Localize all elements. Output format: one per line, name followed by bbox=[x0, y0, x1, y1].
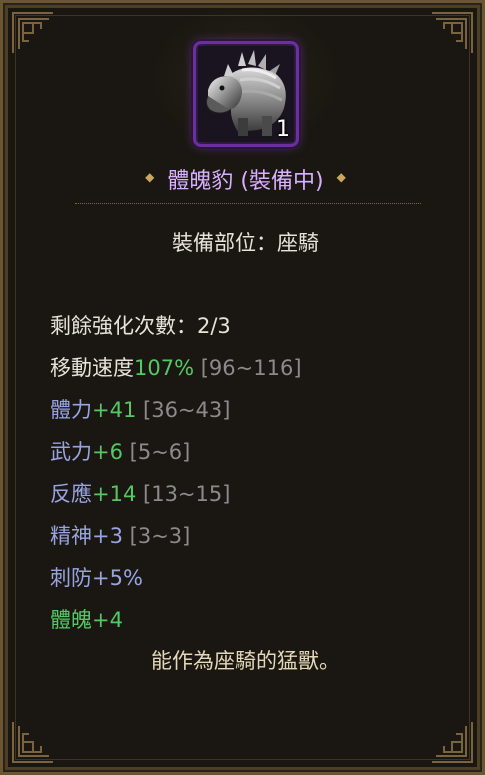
stat-value: +14 bbox=[92, 482, 137, 506]
stat-value: 107% bbox=[134, 356, 195, 380]
stat-range: [36~43] bbox=[143, 398, 231, 422]
stat-range: [3~3] bbox=[129, 524, 191, 548]
equip-slot-label: 裝備部位：座騎 bbox=[172, 231, 319, 255]
stat-physique: 體魄+4 bbox=[50, 604, 302, 646]
item-name: 體魄豹 (裝備中) bbox=[167, 169, 324, 194]
ornate-corner-icon bbox=[12, 12, 53, 53]
stat-value: +4 bbox=[92, 608, 123, 632]
stat-label: 剩餘強化次數： bbox=[50, 314, 197, 338]
stat-range: [13~15] bbox=[143, 482, 231, 506]
stat-pierce-defense: 刺防+5% bbox=[50, 562, 302, 604]
stat-value: +6 bbox=[92, 440, 123, 464]
stat-label: 體力 bbox=[50, 398, 92, 422]
stats-list: 剩餘強化次數：2/3 移動速度107% [96~116] 體力+41 [36~4… bbox=[50, 310, 302, 646]
stat-value: 2/3 bbox=[197, 314, 231, 338]
stat-enhance-remaining: 剩餘強化次數：2/3 bbox=[50, 310, 302, 352]
stat-move-speed: 移動速度107% [96~116] bbox=[50, 352, 302, 394]
stat-value: +41 bbox=[92, 398, 137, 422]
item-description: 能作為座騎的猛獸。 bbox=[151, 649, 340, 673]
stat-value: +3 bbox=[92, 524, 123, 548]
item-title: ◆ 體魄豹 (裝備中) ◆ bbox=[3, 163, 485, 197]
stat-range: [5~6] bbox=[129, 440, 191, 464]
ornate-corner-icon bbox=[432, 722, 473, 763]
stat-label: 刺防 bbox=[50, 566, 92, 590]
stat-spirit: 精神+3 [3~3] bbox=[50, 520, 302, 562]
stat-range: [96~116] bbox=[200, 356, 302, 380]
stat-reflex: 反應+14 [13~15] bbox=[50, 478, 302, 520]
stat-label: 體魄 bbox=[50, 608, 92, 632]
diamond-bullet-icon: ◆ bbox=[336, 170, 346, 184]
item-tooltip-panel: 1 ◆ 體魄豹 (裝備中) ◆ 裝備部位：座騎 剩餘強化次數：2/3 移動速度1… bbox=[0, 0, 485, 775]
item-stack-count: 1 bbox=[276, 117, 290, 142]
stat-label: 精神 bbox=[50, 524, 92, 548]
ornate-corner-icon bbox=[12, 722, 53, 763]
stat-label: 武力 bbox=[50, 440, 92, 464]
stat-value: +5% bbox=[92, 566, 143, 590]
diamond-bullet-icon: ◆ bbox=[145, 170, 155, 184]
ornate-corner-icon bbox=[432, 12, 473, 53]
stat-force: 武力+6 [5~6] bbox=[50, 436, 302, 478]
stat-stamina: 體力+41 [36~43] bbox=[50, 394, 302, 436]
title-divider bbox=[75, 203, 421, 204]
item-icon-slot[interactable]: 1 bbox=[193, 41, 299, 147]
stat-label: 移動速度 bbox=[50, 356, 134, 380]
stat-label: 反應 bbox=[50, 482, 92, 506]
